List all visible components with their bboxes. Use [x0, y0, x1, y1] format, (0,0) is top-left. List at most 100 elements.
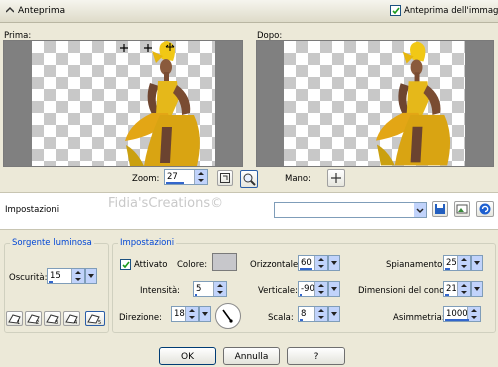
svg-text:5: 5	[98, 320, 101, 325]
preview-title: Anteprima	[18, 6, 66, 16]
cone-size-spinner[interactable]: 21	[443, 281, 483, 297]
flatten-spinner[interactable]: 25	[443, 255, 483, 271]
pan-button[interactable]	[327, 169, 345, 187]
light-bulb-icon: 1	[8, 314, 21, 326]
cancel-button[interactable]: Annulla	[223, 347, 280, 365]
light-2-button[interactable]: 2	[25, 311, 42, 326]
svg-text:2: 2	[36, 320, 39, 325]
vertical-slider-bar	[300, 294, 302, 296]
light-bulb-icon: 2	[27, 314, 40, 326]
horizontal-menu[interactable]	[328, 255, 340, 271]
hand-label: Mano:	[285, 174, 311, 184]
darkness-value[interactable]: 15	[50, 271, 61, 281]
vertical-spinner[interactable]: -90	[298, 281, 340, 297]
cone-size-stepper[interactable]	[457, 282, 470, 296]
horizontal-label: Orizzontale:	[250, 260, 302, 270]
settings-legend: Impostazioni	[118, 238, 177, 248]
horizontal-stepper[interactable]	[314, 256, 327, 270]
floppy-disk-icon	[435, 204, 445, 214]
scale-value[interactable]: 8	[301, 309, 306, 319]
vertical-value[interactable]: -90	[301, 284, 315, 294]
preview-checkbox-label: Anteprima dell'immagine	[404, 6, 498, 16]
figure-image	[125, 41, 200, 166]
cone-size-menu[interactable]	[471, 281, 483, 297]
light-3-button[interactable]: 3	[44, 311, 61, 326]
asymmetry-value[interactable]: 1000	[446, 309, 468, 319]
figure-image	[375, 41, 451, 166]
preset-manager-button[interactable]	[454, 201, 470, 217]
vertical-label: Verticale:	[258, 286, 298, 296]
ok-button[interactable]: OK	[159, 347, 216, 365]
darkness-label: Oscurità:	[9, 273, 48, 283]
light-bulb-icon: 5	[87, 314, 101, 326]
zoom-value[interactable]: 27	[167, 172, 178, 182]
scale-slider-bar	[300, 319, 303, 321]
zoom-spinner[interactable]: 27	[164, 169, 208, 185]
presets-dropdown[interactable]	[274, 202, 427, 218]
flatten-stepper[interactable]	[457, 256, 470, 270]
light-bulb-icon: 3	[46, 314, 59, 326]
intensity-slider-bar	[195, 294, 197, 296]
flatten-menu[interactable]	[471, 255, 483, 271]
asymmetry-slider-bar	[445, 319, 469, 321]
intensity-label: Intensità:	[140, 286, 181, 296]
fit-window-button[interactable]	[217, 170, 233, 186]
intensity-stepper[interactable]	[213, 282, 226, 296]
cone-size-value[interactable]: 21	[446, 284, 457, 294]
intensity-spinner[interactable]: 5	[193, 281, 227, 297]
light-1-button[interactable]: 1	[6, 311, 23, 326]
vertical-menu[interactable]	[328, 281, 340, 297]
watermark-text: Fidia'sCreations©	[108, 196, 224, 211]
cone-size-label: Dimensioni del cono:	[358, 286, 448, 296]
direction-value[interactable]: 18	[174, 309, 185, 319]
light-source-legend: Sorgente luminosa	[10, 238, 94, 248]
chevron-up-icon[interactable]	[6, 6, 14, 14]
direction-dial[interactable]	[214, 302, 242, 330]
presets-label: Impostazioni	[5, 205, 60, 215]
magnifier-icon	[243, 173, 256, 186]
scale-spinner[interactable]: 8	[298, 306, 340, 322]
flatten-slider-bar	[445, 268, 450, 270]
light-handle-icon[interactable]	[120, 44, 128, 52]
asymmetry-label: Asimmetria:	[393, 313, 445, 323]
scale-menu[interactable]	[328, 306, 340, 322]
direction-stepper[interactable]	[185, 307, 198, 321]
zoom-tool-button[interactable]	[240, 170, 258, 188]
light-handle-icon[interactable]	[144, 44, 152, 52]
darkness-spinner[interactable]: 15	[47, 268, 97, 284]
scale-stepper[interactable]	[314, 307, 327, 321]
save-preset-button[interactable]	[432, 201, 448, 217]
direction-menu[interactable]	[199, 306, 211, 322]
svg-text:3: 3	[55, 320, 58, 325]
darkness-menu[interactable]	[85, 268, 97, 284]
before-preview-pane[interactable]	[3, 40, 243, 167]
darkness-stepper[interactable]	[71, 269, 84, 283]
scale-label: Scala:	[268, 313, 294, 323]
color-swatch[interactable]	[212, 253, 237, 271]
light-bulb-icon: 4	[65, 314, 78, 326]
direction-spinner[interactable]: 18	[171, 306, 211, 322]
svg-text:4: 4	[74, 320, 77, 325]
gallery-icon	[456, 204, 468, 214]
horizontal-spinner[interactable]: 60	[298, 255, 340, 271]
zoom-stepper[interactable]	[194, 170, 207, 184]
color-label: Colore:	[177, 260, 208, 270]
active-checkbox[interactable]	[120, 259, 131, 270]
light-4-button[interactable]: 4	[63, 311, 80, 326]
asymmetry-spinner[interactable]: 1000	[443, 306, 481, 322]
zoom-label: Zoom:	[132, 174, 160, 184]
preview-checkbox[interactable]	[390, 5, 401, 16]
horizontal-value[interactable]: 60	[301, 258, 312, 268]
reset-button[interactable]	[476, 201, 494, 217]
vertical-stepper[interactable]	[314, 282, 327, 296]
chevron-down-icon[interactable]	[414, 203, 426, 217]
flatten-label: Spianamento:	[386, 260, 446, 270]
cone-size-slider-bar	[445, 294, 449, 296]
svg-text:1: 1	[17, 320, 20, 325]
light-5-button[interactable]: 5	[85, 311, 105, 326]
flatten-value[interactable]: 25	[446, 258, 457, 268]
intensity-value[interactable]: 5	[196, 284, 201, 294]
help-button[interactable]: ?	[287, 347, 345, 365]
fit-window-icon	[220, 173, 230, 183]
move-cursor-icon	[165, 43, 175, 51]
